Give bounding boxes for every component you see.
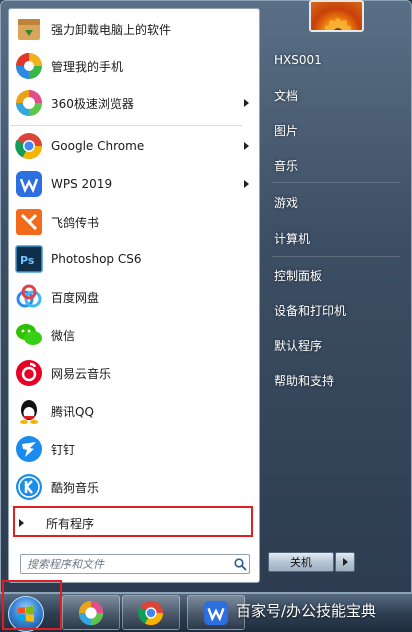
documents-link[interactable]: 文档 <box>268 81 404 109</box>
chevron-right-icon <box>342 558 348 566</box>
devices-printers-link[interactable]: 设备和打印机 <box>268 296 404 324</box>
program-label: 360极速浏览器 <box>51 96 134 111</box>
program-label: 管理我的手机 <box>51 59 124 74</box>
360-browser-icon <box>13 87 45 119</box>
program-label: Google Chrome <box>51 139 145 153</box>
user-avatar[interactable] <box>309 0 364 32</box>
search-placeholder: 搜索程序和文件 <box>27 558 104 571</box>
program-label: 网易云音乐 <box>51 366 112 381</box>
svg-text:Ps: Ps <box>20 254 35 267</box>
wps-icon <box>203 600 229 625</box>
program-label: 飞鸽传书 <box>51 215 100 230</box>
wechat-icon <box>13 319 45 351</box>
taskbar-chrome[interactable] <box>122 595 180 630</box>
360-browser-icon <box>78 600 104 625</box>
taskbar-360-browser[interactable] <box>62 595 120 630</box>
program-label: 酷狗音乐 <box>51 480 100 495</box>
chrome-icon <box>13 130 45 162</box>
program-label: 强力卸载电脑上的软件 <box>51 22 172 37</box>
feige-icon <box>13 206 45 238</box>
baidu-netdisk-icon <box>13 281 45 313</box>
program-item-dingtalk[interactable]: 钉钉 <box>11 431 257 467</box>
program-item-phone-manager[interactable]: 管理我的手机 <box>11 48 257 84</box>
control-panel-link[interactable]: 控制面板 <box>268 261 404 289</box>
program-label: Photoshop CS6 <box>51 252 142 266</box>
shutdown-button[interactable]: 关机 <box>268 552 334 572</box>
right-separator <box>272 256 400 257</box>
qq-icon <box>13 395 45 427</box>
submenu-arrow-icon <box>244 180 249 188</box>
highlight-box <box>13 506 253 537</box>
submenu-arrow-icon <box>244 142 249 150</box>
phone-manager-icon <box>13 50 45 82</box>
help-support-link[interactable]: 帮助和支持 <box>268 366 404 394</box>
menu-separator <box>10 125 242 126</box>
program-label: WPS 2019 <box>51 177 113 191</box>
uninstall-box-icon <box>13 13 45 45</box>
program-item-qq[interactable]: 腾讯QQ <box>11 393 257 429</box>
program-item-chrome[interactable]: Google Chrome <box>11 128 257 164</box>
program-item-wps[interactable]: WPS 2019 <box>11 166 257 202</box>
games-link[interactable]: 游戏 <box>268 188 404 216</box>
program-label: 腾讯QQ <box>51 404 94 419</box>
watermark-text: 百家号/办公技能宝典 <box>236 602 377 620</box>
program-item-netease-music[interactable]: 网易云音乐 <box>11 355 257 391</box>
netease-music-icon <box>13 357 45 389</box>
default-programs-link[interactable]: 默认程序 <box>268 331 404 359</box>
program-item-wechat[interactable]: 微信 <box>11 317 257 353</box>
submenu-arrow-icon <box>244 99 249 107</box>
program-label: 钉钉 <box>51 442 76 457</box>
computer-link[interactable]: 计算机 <box>268 224 404 252</box>
program-item-kugou[interactable]: 酷狗音乐 <box>11 469 257 505</box>
program-label: 微信 <box>51 328 76 343</box>
search-input[interactable]: 搜索程序和文件 <box>20 554 250 574</box>
dingtalk-icon <box>13 433 45 465</box>
program-item-uninstall[interactable]: 强力卸载电脑上的软件 <box>11 11 257 47</box>
pictures-link[interactable]: 图片 <box>268 116 404 144</box>
right-separator <box>272 182 400 183</box>
shutdown-options-button[interactable] <box>335 552 355 572</box>
program-label: 百度网盘 <box>51 290 100 305</box>
highlight-box <box>2 580 62 630</box>
wps-icon <box>13 168 45 200</box>
music-link[interactable]: 音乐 <box>268 151 404 179</box>
search-area: 搜索程序和文件 <box>8 546 260 576</box>
user-name-link[interactable]: HXS001 <box>268 46 404 74</box>
program-item-360-browser[interactable]: 360极速浏览器 <box>11 85 257 121</box>
photoshop-icon: Ps <box>13 243 45 275</box>
program-item-baidu-netdisk[interactable]: 百度网盘 <box>11 279 257 315</box>
chrome-icon <box>138 600 164 625</box>
search-icon[interactable] <box>231 555 249 573</box>
program-item-photoshop[interactable]: Ps Photoshop CS6 <box>11 241 257 277</box>
program-item-feige[interactable]: 飞鸽传书 <box>11 204 257 240</box>
kugou-icon <box>13 471 45 503</box>
